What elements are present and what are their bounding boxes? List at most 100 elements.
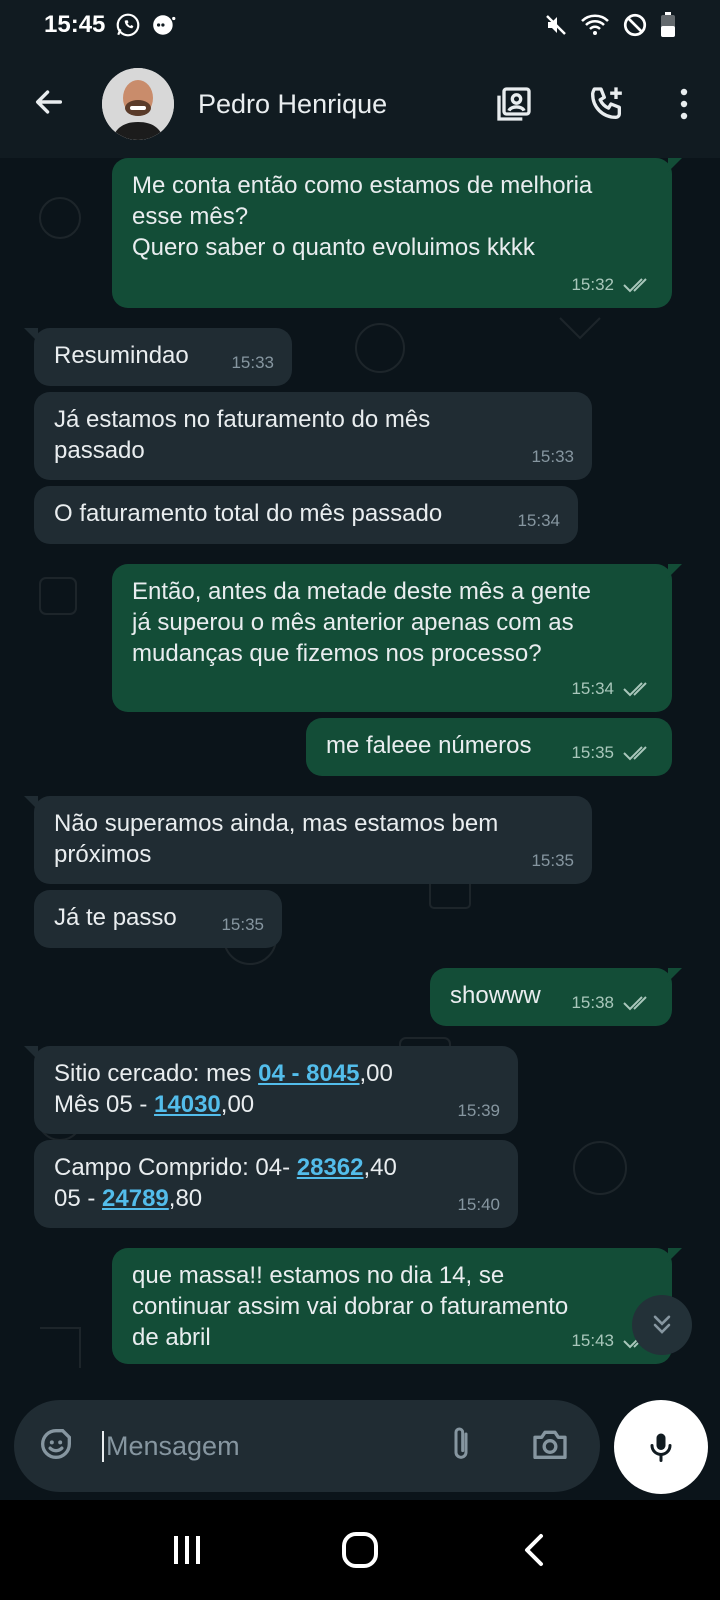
message-meta: 15:35 bbox=[571, 737, 654, 768]
status-left: 15:45 bbox=[44, 11, 177, 39]
message-time: 15:34 bbox=[517, 511, 560, 530]
message-meta: 15:35 bbox=[531, 845, 574, 876]
message-incoming[interactable]: Sitio cercado: mes 04 - 8045,00 Mês 05 - … bbox=[24, 1046, 518, 1134]
attach-icon[interactable] bbox=[446, 1424, 476, 1469]
message-text: Campo Comprido: 04- 28362,40 05 - 24789,8… bbox=[54, 1152, 498, 1214]
message-text-part: ,80 bbox=[168, 1185, 203, 1212]
message-incoming[interactable]: Campo Comprido: 04- 28362,40 05 - 24789,8… bbox=[34, 1140, 518, 1228]
message-time: 15:39 bbox=[457, 1101, 500, 1120]
phone-link[interactable]: 24789 bbox=[102, 1185, 169, 1212]
contact-card-button[interactable] bbox=[494, 84, 534, 124]
home-button[interactable] bbox=[320, 1520, 400, 1580]
message-text-part: Sitio cercado: mes bbox=[54, 1060, 259, 1087]
message-outgoing[interactable]: que massa!! estamos no dia 14, se contin… bbox=[112, 1248, 682, 1364]
message-meta: 15:32 bbox=[571, 269, 654, 300]
message-text-part: ,40 bbox=[363, 1154, 397, 1181]
back-button[interactable] bbox=[26, 81, 72, 127]
phone-link[interactable]: 04 - 8045 bbox=[258, 1060, 359, 1087]
message-text: O faturamento total do mês passado bbox=[54, 500, 443, 527]
message-meta: 15:33 bbox=[231, 347, 274, 378]
message-outgoing[interactable]: me faleee números 15:35 bbox=[306, 718, 672, 776]
message-text: Me conta então como estamos de melhoria … bbox=[132, 172, 593, 261]
message-time: 15:33 bbox=[531, 447, 574, 466]
bubble-tail bbox=[668, 968, 682, 982]
contact-card-icon bbox=[497, 87, 531, 121]
message-incoming[interactable]: Já te passo 15:35 bbox=[34, 890, 282, 948]
home-icon bbox=[341, 1532, 378, 1568]
message-time: 15:35 bbox=[571, 743, 614, 762]
bubble-tail bbox=[668, 564, 682, 578]
chat-area[interactable]: Me conta então como estamos de melhoria … bbox=[0, 158, 720, 1400]
message-meta: 15:40 bbox=[457, 1189, 500, 1220]
message-input[interactable]: Mensagem bbox=[102, 1430, 240, 1462]
message-text-part: ,00 bbox=[220, 1091, 255, 1118]
message-text: Não superamos ainda, mas estamos bem pró… bbox=[54, 810, 499, 868]
input-area: Mensagem bbox=[0, 1400, 720, 1500]
message-outgoing[interactable]: showww 15:38 bbox=[430, 968, 682, 1026]
double-check-icon bbox=[623, 681, 647, 696]
bubble-tail bbox=[24, 1046, 38, 1060]
message-meta: 15:34 bbox=[517, 505, 560, 536]
double-chevron-down-icon bbox=[653, 1315, 671, 1334]
contact-name[interactable]: Pedro Henrique bbox=[198, 89, 387, 120]
do-not-disturb-icon bbox=[622, 12, 648, 38]
avatar[interactable] bbox=[102, 68, 174, 140]
message-text-part: Campo Comprido: 04- bbox=[54, 1154, 297, 1181]
more-vert-icon bbox=[680, 88, 688, 120]
message-text: Já estamos no faturamento do mês passado bbox=[54, 406, 431, 464]
mic-button[interactable] bbox=[614, 1400, 708, 1494]
message-outgoing[interactable]: Me conta então como estamos de melhoria … bbox=[112, 158, 682, 308]
whatsapp-icon bbox=[115, 12, 141, 38]
message-incoming[interactable]: Resumindao 15:33 bbox=[24, 328, 292, 386]
message-time: 15:33 bbox=[231, 353, 274, 372]
status-right bbox=[544, 12, 676, 38]
recents-button[interactable] bbox=[147, 1520, 227, 1580]
message-time: 15:35 bbox=[221, 915, 264, 934]
message-outgoing[interactable]: Então, antes da metade deste mês a gente… bbox=[112, 564, 682, 712]
message-incoming[interactable]: Já estamos no faturamento do mês passado… bbox=[34, 392, 592, 480]
nav-back-button[interactable] bbox=[493, 1520, 573, 1580]
bubble-tail bbox=[668, 158, 682, 172]
message-text-part: 05 - bbox=[54, 1185, 103, 1212]
phone-link[interactable]: 14030 bbox=[154, 1091, 221, 1118]
message-text: Então, antes da metade deste mês a gente… bbox=[132, 578, 591, 667]
message-text-part: ,00 bbox=[359, 1060, 393, 1087]
message-meta: 15:34 bbox=[571, 673, 654, 704]
mute-icon bbox=[544, 13, 568, 37]
message-time: 15:38 bbox=[571, 993, 614, 1012]
recents-icon bbox=[173, 1536, 200, 1564]
wifi-icon bbox=[580, 13, 610, 37]
message-meta: 15:38 bbox=[571, 987, 654, 1018]
battery-icon bbox=[660, 12, 676, 38]
double-check-icon bbox=[623, 277, 647, 292]
message-input-box[interactable]: Mensagem bbox=[14, 1400, 600, 1492]
double-check-icon bbox=[623, 745, 647, 760]
bubble-tail bbox=[668, 1248, 682, 1262]
double-check-icon bbox=[623, 995, 647, 1010]
status-bar: 15:45 bbox=[0, 0, 720, 50]
add-call-button[interactable] bbox=[586, 84, 626, 124]
bubble-tail bbox=[24, 328, 38, 342]
message-incoming[interactable]: Não superamos ainda, mas estamos bem pró… bbox=[24, 796, 592, 884]
message-incoming[interactable]: O faturamento total do mês passado 15:34 bbox=[34, 486, 578, 544]
more-options-button[interactable] bbox=[678, 86, 690, 122]
phone-link[interactable]: 28362 bbox=[297, 1154, 364, 1181]
arrow-left-icon bbox=[32, 85, 66, 124]
message-time: 15:32 bbox=[571, 275, 614, 294]
message-text: Sitio cercado: mes 04 - 8045,00 Mês 05 - … bbox=[54, 1058, 498, 1120]
system-nav-bar bbox=[0, 1500, 720, 1600]
camera-icon[interactable] bbox=[530, 1424, 570, 1469]
scroll-to-bottom-button[interactable] bbox=[632, 1295, 692, 1355]
message-meta: 15:35 bbox=[221, 909, 264, 940]
sticker-icon[interactable] bbox=[36, 1424, 76, 1469]
message-meta: 15:39 bbox=[457, 1095, 500, 1126]
message-meta: 15:33 bbox=[531, 441, 574, 472]
message-time: 15:35 bbox=[531, 851, 574, 870]
message-time: 15:34 bbox=[571, 679, 614, 698]
mic-icon bbox=[650, 1433, 672, 1462]
add-call-icon bbox=[591, 87, 622, 120]
chat-header: Pedro Henrique bbox=[0, 50, 720, 158]
input-actions bbox=[446, 1424, 570, 1469]
bubble-tail bbox=[24, 796, 38, 810]
back-icon bbox=[525, 1534, 544, 1566]
